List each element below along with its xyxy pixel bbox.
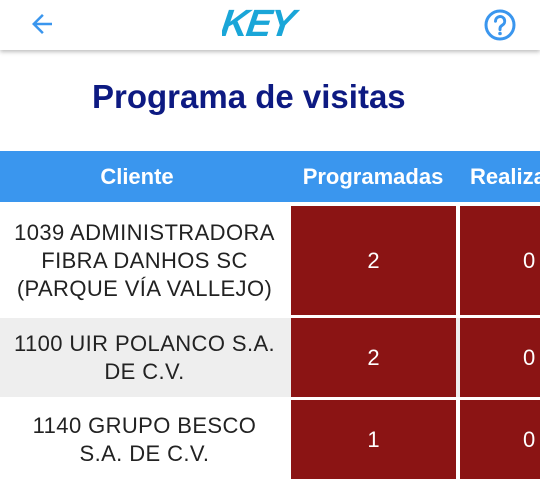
help-button[interactable] [481, 6, 519, 44]
realizadas-value: 0 [523, 426, 536, 452]
client-cell: 1140 GRUPO BESCO S.A. DE C.V. [0, 400, 289, 479]
column-header-programadas[interactable]: Programadas [290, 151, 456, 202]
programadas-value: 2 [367, 344, 380, 370]
programadas-cell[interactable]: 2 [291, 206, 456, 315]
client-name: 1039 ADMINISTRADORA FIBRA DANHOS SC (PAR… [14, 219, 275, 301]
client-name: 1140 GRUPO BESCO S.A. DE C.V. [32, 412, 257, 466]
programadas-value: 1 [367, 426, 380, 452]
key-logo: KEY [218, 2, 318, 45]
programadas-cell[interactable]: 2 [291, 318, 456, 397]
realizadas-cell[interactable]: 0 [460, 206, 540, 315]
question-circle-icon [484, 9, 516, 41]
visits-table: Cliente Programadas Realiza 1039 ADMINIS… [0, 151, 540, 479]
realizadas-value: 0 [523, 344, 536, 370]
column-header-realizadas[interactable]: Realiza [470, 151, 540, 202]
app-bar: KEY [0, 0, 540, 50]
realizadas-cell[interactable]: 0 [460, 400, 540, 479]
table-row[interactable]: 1100 UIR POLANCO S.A. DE C.V. 2 0 [0, 318, 540, 397]
table-row[interactable]: 1039 ADMINISTRADORA FIBRA DANHOS SC (PAR… [0, 206, 540, 315]
client-name: 1100 UIR POLANCO S.A. DE C.V. [13, 330, 276, 384]
programadas-value: 2 [367, 247, 380, 273]
realizadas-value: 0 [523, 247, 536, 273]
page-title: Programa de visitas [92, 78, 406, 115]
realizadas-cell[interactable]: 0 [460, 318, 540, 397]
svg-text:KEY: KEY [222, 4, 302, 44]
column-header-cliente[interactable]: Cliente [0, 151, 274, 202]
programadas-cell[interactable]: 1 [291, 400, 456, 479]
table-header: Cliente Programadas Realiza [0, 151, 540, 202]
arrow-left-icon [32, 14, 52, 34]
back-button[interactable] [22, 6, 62, 42]
client-cell: 1100 UIR POLANCO S.A. DE C.V. [0, 318, 289, 397]
table-row[interactable]: 1140 GRUPO BESCO S.A. DE C.V. 1 0 [0, 400, 540, 479]
client-cell: 1039 ADMINISTRADORA FIBRA DANHOS SC (PAR… [0, 206, 289, 315]
